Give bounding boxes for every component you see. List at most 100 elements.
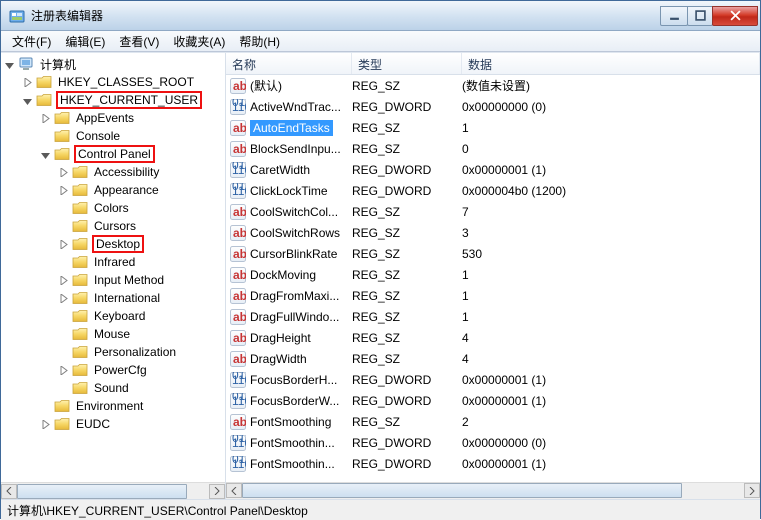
- tree-horizontal-scrollbar[interactable]: [1, 482, 225, 499]
- tree-item-inputmethod[interactable]: Input Method: [3, 271, 225, 289]
- list-row[interactable]: 011110FontSmoothin...REG_DWORD0x00000001…: [226, 453, 760, 474]
- list-row[interactable]: 011110ClickLockTimeREG_DWORD0x000004b0 (…: [226, 180, 760, 201]
- expand-icon[interactable]: [57, 184, 70, 197]
- tree-label: Control Panel: [74, 145, 155, 163]
- tree-item-international[interactable]: International: [3, 289, 225, 307]
- binary-value-icon: 011110: [230, 372, 246, 388]
- list-row[interactable]: abAutoEndTasksREG_SZ1: [226, 117, 760, 138]
- list-row[interactable]: abDragHeightREG_SZ4: [226, 327, 760, 348]
- list-row[interactable]: abDragFullWindo...REG_SZ1: [226, 306, 760, 327]
- binary-value-icon: 011110: [230, 99, 246, 115]
- list-horizontal-scrollbar[interactable]: [226, 482, 760, 499]
- column-header-data[interactable]: 数据: [462, 53, 760, 74]
- expand-icon[interactable]: [21, 76, 34, 89]
- menu-view[interactable]: 查看(V): [112, 31, 166, 52]
- list-row[interactable]: abBlockSendInpu...REG_SZ0: [226, 138, 760, 159]
- value-name: DragFromMaxi...: [250, 289, 352, 303]
- expand-icon[interactable]: [57, 166, 70, 179]
- list-row[interactable]: ab(默认)REG_SZ(数值未设置): [226, 75, 760, 96]
- tree-item-appevents[interactable]: AppEvents: [3, 109, 225, 127]
- maximize-button[interactable]: [687, 6, 713, 26]
- value-data: 0x000004b0 (1200): [462, 184, 760, 198]
- tree-item-eudc[interactable]: EUDC: [3, 415, 225, 433]
- tree-item-powercfg[interactable]: PowerCfg: [3, 361, 225, 379]
- svg-text:ab: ab: [233, 226, 246, 240]
- tree-item-hkcr[interactable]: HKEY_CLASSES_ROOT: [3, 73, 225, 91]
- list-row[interactable]: abCoolSwitchRowsREG_SZ3: [226, 222, 760, 243]
- folder-icon: [72, 327, 88, 341]
- collapse-icon[interactable]: [39, 148, 52, 161]
- tree-item-accessibility[interactable]: Accessibility: [3, 163, 225, 181]
- scrollbar-thumb[interactable]: [242, 483, 682, 498]
- folder-icon: [72, 237, 88, 251]
- list-row[interactable]: abDragWidthREG_SZ4: [226, 348, 760, 369]
- value-name: FontSmoothing: [250, 415, 352, 429]
- column-header-name[interactable]: 名称: [226, 53, 352, 74]
- menu-file[interactable]: 文件(F): [5, 31, 58, 52]
- value-data: 1: [462, 268, 760, 282]
- scroll-left-icon[interactable]: [1, 484, 17, 499]
- expand-icon[interactable]: [57, 274, 70, 287]
- menu-help[interactable]: 帮助(H): [232, 31, 287, 52]
- tree-item-colors[interactable]: Colors: [3, 199, 225, 217]
- tree-item-cursors[interactable]: Cursors: [3, 217, 225, 235]
- list-row[interactable]: abFontSmoothingREG_SZ2: [226, 411, 760, 432]
- scrollbar-thumb[interactable]: [17, 484, 187, 499]
- menu-favorites[interactable]: 收藏夹(A): [166, 31, 232, 52]
- list-row[interactable]: 011110FocusBorderW...REG_DWORD0x00000001…: [226, 390, 760, 411]
- scroll-left-icon[interactable]: [226, 483, 242, 498]
- folder-icon: [72, 273, 88, 287]
- svg-text:110: 110: [232, 457, 246, 471]
- list-row[interactable]: abCursorBlinkRateREG_SZ530: [226, 243, 760, 264]
- close-button[interactable]: [712, 6, 758, 26]
- expand-icon[interactable]: [39, 418, 52, 431]
- expand-icon[interactable]: [57, 238, 70, 251]
- tree-item-appearance[interactable]: Appearance: [3, 181, 225, 199]
- list-row[interactable]: 011110FocusBorderH...REG_DWORD0x00000001…: [226, 369, 760, 390]
- expand-placeholder: [57, 346, 70, 359]
- tree-label: Cursors: [92, 219, 138, 233]
- tree-item-mouse[interactable]: Mouse: [3, 325, 225, 343]
- menu-edit[interactable]: 编辑(E): [58, 31, 112, 52]
- tree-item-personalization[interactable]: Personalization: [3, 343, 225, 361]
- tree-item-console[interactable]: Console: [3, 127, 225, 145]
- value-type: REG_DWORD: [352, 394, 462, 408]
- tree-pane[interactable]: 计算机HKEY_CLASSES_ROOTHKEY_CURRENT_USERApp…: [1, 53, 226, 499]
- tree-item-keyboard[interactable]: Keyboard: [3, 307, 225, 325]
- tree-item-infrared[interactable]: Infrared: [3, 253, 225, 271]
- tree-item-environment[interactable]: Environment: [3, 397, 225, 415]
- list-row[interactable]: abDockMovingREG_SZ1: [226, 264, 760, 285]
- svg-text:110: 110: [232, 163, 246, 177]
- list-row[interactable]: abDragFromMaxi...REG_SZ1: [226, 285, 760, 306]
- list-row[interactable]: 011110CaretWidthREG_DWORD0x00000001 (1): [226, 159, 760, 180]
- column-header-type[interactable]: 类型: [352, 53, 462, 74]
- tree-item-sound[interactable]: Sound: [3, 379, 225, 397]
- scroll-right-icon[interactable]: [209, 484, 225, 499]
- collapse-icon[interactable]: [21, 94, 34, 107]
- titlebar: 注册表编辑器: [1, 1, 760, 31]
- list-row[interactable]: 011110FontSmoothin...REG_DWORD0x00000000…: [226, 432, 760, 453]
- value-data: 1: [462, 310, 760, 324]
- expand-icon[interactable]: [57, 292, 70, 305]
- string-value-icon: ab: [230, 204, 246, 220]
- list-row[interactable]: 011110ActiveWndTrac...REG_DWORD0x0000000…: [226, 96, 760, 117]
- binary-value-icon: 011110: [230, 435, 246, 451]
- value-data: 1: [462, 289, 760, 303]
- scroll-right-icon[interactable]: [744, 483, 760, 498]
- svg-text:ab: ab: [233, 352, 246, 366]
- value-type: REG_DWORD: [352, 184, 462, 198]
- tree-root-computer[interactable]: 计算机: [3, 55, 225, 73]
- collapse-icon[interactable]: [3, 58, 16, 71]
- expand-placeholder: [57, 256, 70, 269]
- value-type: REG_SZ: [352, 142, 462, 156]
- tree-label: Sound: [92, 381, 131, 395]
- expand-icon[interactable]: [57, 364, 70, 377]
- tree-item-hkcu[interactable]: HKEY_CURRENT_USER: [3, 91, 225, 109]
- expand-icon[interactable]: [39, 112, 52, 125]
- value-type: REG_SZ: [352, 415, 462, 429]
- list-row[interactable]: abCoolSwitchCol...REG_SZ7: [226, 201, 760, 222]
- tree-label: PowerCfg: [92, 363, 149, 377]
- tree-item-controlpanel[interactable]: Control Panel: [3, 145, 225, 163]
- minimize-button[interactable]: [660, 6, 688, 26]
- tree-item-desktop[interactable]: Desktop: [3, 235, 225, 253]
